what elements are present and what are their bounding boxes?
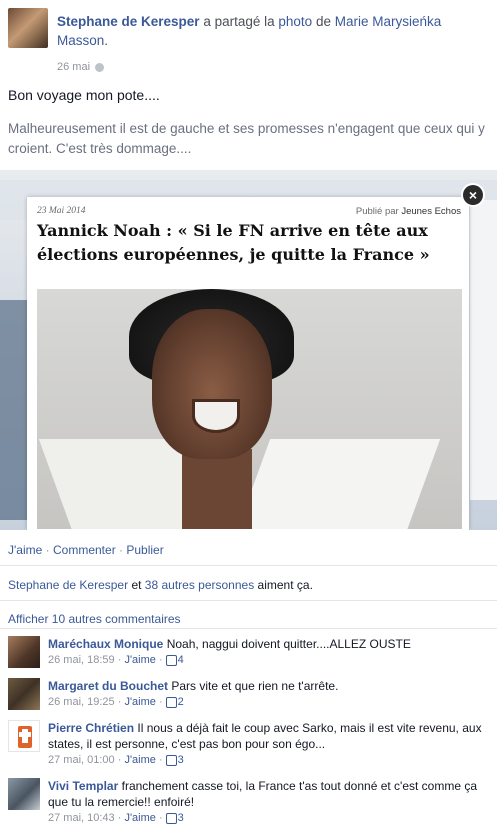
background-blur bbox=[470, 200, 497, 500]
globe-icon bbox=[95, 62, 105, 72]
commenter-avatar[interactable] bbox=[8, 636, 40, 668]
post-message: Bon voyage mon pote.... bbox=[8, 87, 160, 103]
post-quote: Malheureusement il est de gauche et ses … bbox=[8, 121, 485, 156]
commenter-name-link[interactable]: Maréchaux Monique bbox=[48, 637, 163, 651]
comment-meta: 26 mai, 18:59 · J'aime · 4 bbox=[48, 654, 184, 666]
comment-text: Noah, naggui doivent quitter....ALLEZ OU… bbox=[166, 637, 411, 651]
author-avatar[interactable] bbox=[8, 8, 48, 48]
commenter-name-link[interactable]: Vivi Templar bbox=[48, 779, 118, 793]
publisher-name: Jeunes Echos bbox=[401, 206, 461, 217]
comment-like-link[interactable]: J'aime bbox=[124, 654, 155, 666]
comment-time[interactable]: 27 mai, 01:00 bbox=[48, 754, 115, 766]
comment-item: Maréchaux Monique Noah, naggui doivent q… bbox=[8, 636, 488, 676]
article-publisher: Publié par Jeunes Echos bbox=[356, 206, 461, 217]
other-likers-link[interactable]: 38 autres personnes bbox=[145, 578, 254, 592]
comment-like-link[interactable]: J'aime bbox=[124, 754, 155, 766]
commenter-avatar[interactable] bbox=[8, 778, 40, 810]
commenter-avatar[interactable] bbox=[8, 720, 40, 752]
divider bbox=[0, 628, 497, 629]
comment-meta: 26 mai, 19:25 · J'aime · 2 bbox=[48, 696, 184, 708]
commenter-name-link[interactable]: Pierre Chrétien bbox=[48, 721, 134, 735]
of-text: de bbox=[315, 14, 331, 29]
shared-photo[interactable]: 23 Mai 2014 Publié par Jeunes Echos Yann… bbox=[0, 170, 497, 530]
comment-text: Pars vite et que rien ne t'arrête. bbox=[171, 679, 339, 693]
thumbs-up-icon[interactable]: 3 bbox=[165, 754, 184, 766]
comment-time[interactable]: 26 mai, 18:59 bbox=[48, 654, 115, 666]
face-shape bbox=[152, 309, 272, 459]
background-blur bbox=[0, 300, 30, 520]
likes-suffix: aiment ça. bbox=[257, 578, 313, 592]
photo-link[interactable]: photo bbox=[278, 14, 312, 29]
comment-item: Vivi Templar franchement casse toi, la F… bbox=[8, 778, 488, 824]
post-header: Stephane de Keresper a partagé la photo … bbox=[8, 8, 488, 73]
show-more-comments-link[interactable]: Afficher 10 autres commentaires bbox=[8, 612, 181, 626]
article-date: 23 Mai 2014 bbox=[37, 206, 86, 216]
comment-meta: 27 mai, 10:43 · J'aime · 3 bbox=[48, 812, 184, 824]
comment-meta: 27 mai, 01:00 · J'aime · 3 bbox=[48, 754, 184, 766]
commenter-avatar[interactable] bbox=[8, 678, 40, 710]
jacket-shape bbox=[233, 439, 441, 529]
author-name-link[interactable]: Stephane de Keresper bbox=[57, 14, 200, 29]
liker-name-link[interactable]: Stephane de Keresper bbox=[8, 578, 128, 592]
post-meta: 26 mai bbox=[57, 61, 105, 73]
article-photo bbox=[37, 289, 462, 529]
post-actions: J'aime · Commenter · Publier bbox=[8, 543, 164, 557]
article-card: 23 Mai 2014 Publié par Jeunes Echos Yann… bbox=[27, 197, 469, 530]
comment-time[interactable]: 27 mai, 10:43 bbox=[48, 812, 115, 824]
comment-time[interactable]: 26 mai, 19:25 bbox=[48, 696, 115, 708]
post-date[interactable]: 26 mai bbox=[57, 61, 90, 73]
post-header-text: Stephane de Keresper a partagé la photo … bbox=[57, 14, 442, 48]
like-link[interactable]: J'aime bbox=[8, 543, 42, 557]
mouth-shape bbox=[192, 399, 240, 433]
comment-like-link[interactable]: J'aime bbox=[124, 812, 155, 824]
neck-shape bbox=[182, 449, 252, 529]
likes-connector: et bbox=[131, 578, 142, 592]
comment-item: Pierre Chrétien Il nous a déjà fait le c… bbox=[8, 720, 488, 766]
shared-text: a partagé la bbox=[203, 14, 275, 29]
comment-item: Margaret du Bouchet Pars vite et que rie… bbox=[8, 678, 488, 718]
commenter-name-link[interactable]: Margaret du Bouchet bbox=[48, 679, 168, 693]
comment-like-link[interactable]: J'aime bbox=[124, 696, 155, 708]
divider bbox=[0, 600, 497, 601]
comment-link[interactable]: Commenter bbox=[53, 543, 116, 557]
share-link[interactable]: Publier bbox=[126, 543, 163, 557]
article-title: Yannick Noah : « Si le FN arrive en tête… bbox=[37, 221, 430, 264]
close-icon[interactable]: × bbox=[463, 185, 483, 205]
thumbs-up-icon[interactable]: 3 bbox=[165, 812, 184, 824]
divider bbox=[0, 565, 497, 566]
thumbs-up-icon[interactable]: 2 bbox=[165, 696, 184, 708]
published-by-label: Publié par bbox=[355, 206, 399, 217]
likes-summary: Stephane de Keresper et 38 autres person… bbox=[8, 578, 313, 592]
thumbs-up-icon[interactable]: 4 bbox=[165, 654, 184, 666]
